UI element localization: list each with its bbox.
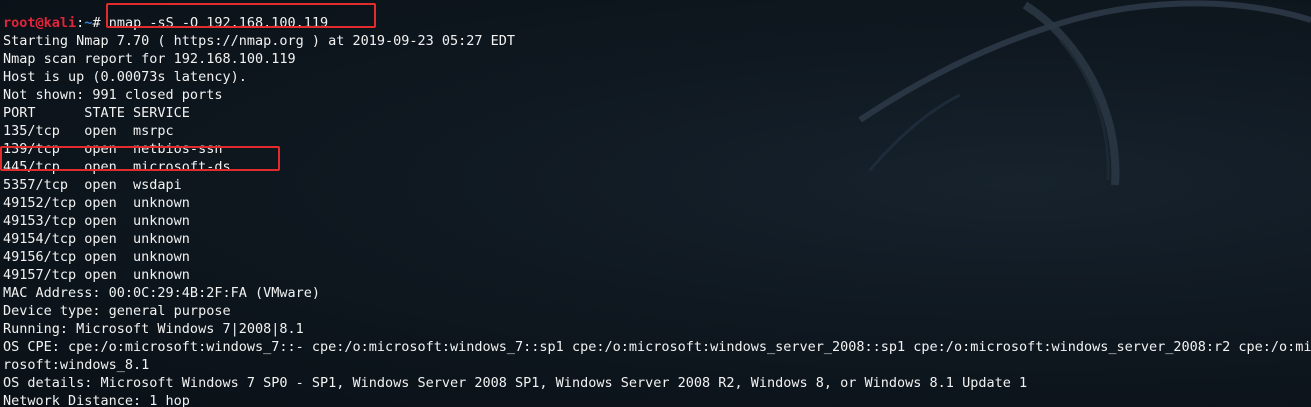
port-row: 49153/tcp open unknown [3,213,190,229]
output-line: Starting Nmap 7.70 ( https://nmap.org ) … [3,33,516,49]
output-line: MAC Address: 00:0C:29:4B:2F:FA (VMware) [3,285,320,301]
terminal-output: root@kali:~# nmap -sS -O 192.168.100.119… [3,0,1311,407]
output-line: Running: Microsoft Windows 7|2008|8.1 [3,321,304,337]
port-row: 49154/tcp open unknown [3,231,190,247]
port-row: 5357/tcp open wsdapi [3,177,182,193]
port-row: 49156/tcp open unknown [3,249,190,265]
output-line: Network Distance: 1 hop [3,393,190,407]
port-row: 135/tcp open msrpc [3,123,174,139]
output-line: OS CPE: cpe:/o:microsoft:windows_7::- cp… [3,339,1311,355]
output-line: OS details: Microsoft Windows 7 SP0 - SP… [3,375,1028,391]
command-highlight-box [106,3,376,28]
output-line: Nmap scan report for 192.168.100.119 [3,51,296,67]
prompt-user-host: root@kali [3,15,77,31]
terminal-window[interactable]: root@kali:~# nmap -sS -O 192.168.100.119… [0,0,1311,407]
port-row: 49157/tcp open unknown [3,267,190,283]
output-line: Host is up (0.00073s latency). [3,69,247,85]
output-line: Not shown: 991 closed ports [3,87,223,103]
port-row: 49152/tcp open unknown [3,195,190,211]
output-line: Device type: general purpose [3,303,231,319]
output-line: rosoft:windows_8.1 [3,357,150,373]
port-445-highlight-box [0,146,280,171]
port-table-header: PORT STATE SERVICE [3,105,190,121]
